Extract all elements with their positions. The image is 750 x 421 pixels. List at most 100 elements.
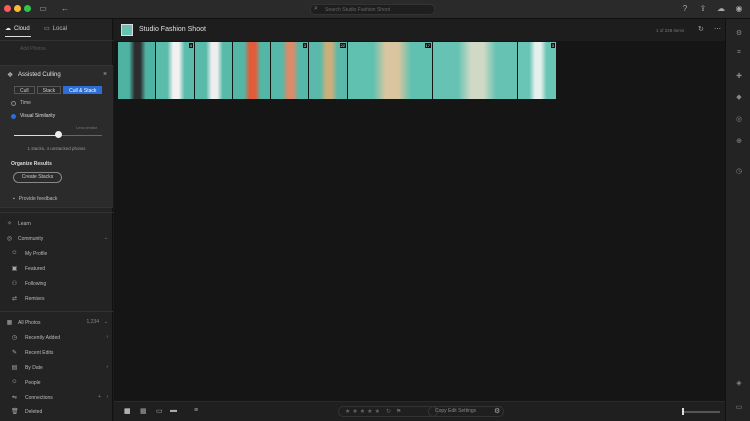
back-icon[interactable]: ←: [60, 4, 70, 14]
option-visual-similarity[interactable]: Visual Similarity: [11, 113, 55, 119]
more-options-icon[interactable]: ⋯: [714, 25, 721, 33]
right-toolbar: ⚙ ⌗ ✚ ◆ ◎ ⊕ ◷ ◈ ▭: [725, 19, 750, 421]
photo-thumbnail[interactable]: 17: [348, 42, 432, 99]
nav-my-profile[interactable]: ☺ My Profile: [0, 248, 113, 260]
detail-view-icon[interactable]: ▭: [156, 407, 163, 415]
nav-remixes[interactable]: ⇄ Remixes: [0, 293, 113, 305]
add-connection-icon[interactable]: +: [98, 394, 101, 400]
flag-icon[interactable]: ⚑: [396, 408, 401, 415]
sidebar-toggle-icon[interactable]: ▭: [38, 4, 48, 14]
copy-edit-settings-button[interactable]: Copy Edit Settings: [428, 406, 504, 417]
nav-deleted[interactable]: 🗑 Deleted: [0, 406, 113, 418]
photo-thumbnail[interactable]: [195, 42, 232, 99]
minimize-window-button[interactable]: [14, 5, 21, 12]
eraser-icon[interactable]: ◆: [734, 93, 744, 101]
item-count: 1 of 228 items: [656, 28, 685, 33]
connections-icon: ⇋: [11, 395, 18, 401]
healing-icon[interactable]: ✚: [734, 72, 744, 80]
rotate-icon[interactable]: ↻: [386, 408, 391, 415]
photo-image: [118, 42, 155, 99]
photo-thumbnail[interactable]: [118, 42, 155, 99]
visual-similarity-radio[interactable]: [11, 113, 16, 119]
photo-image: [233, 42, 270, 99]
active-tab-indicator: [5, 36, 31, 37]
nav-connections[interactable]: ⇋ Connections + ›: [0, 392, 113, 404]
nav-following-label: Following: [25, 281, 47, 287]
maximize-window-button[interactable]: [24, 5, 31, 12]
tab-local[interactable]: ▭ Local: [44, 25, 67, 33]
culling-mode-segmented-control: Cull Stack Cull & Stack: [14, 86, 103, 94]
provide-feedback-link[interactable]: ▪ Provide feedback: [13, 196, 57, 202]
nav-all-photos[interactable]: ▦ All Photos 1,234 ⌄: [0, 317, 113, 329]
nav-deleted-label: Deleted: [25, 409, 43, 415]
close-icon[interactable]: ×: [103, 71, 107, 78]
option-visual-label: Visual Similarity: [20, 113, 56, 119]
nav-learn-label: Learn: [18, 221, 31, 227]
comments-icon[interactable]: ▭: [734, 403, 744, 411]
photo-image: [348, 42, 432, 99]
photo-thumbnail[interactable]: 4: [156, 42, 194, 99]
add-photos-button[interactable]: Add Photos: [20, 46, 46, 52]
nav-community[interactable]: ◎ Community ⌄: [0, 233, 113, 245]
share-icon[interactable]: ⇪: [698, 4, 708, 14]
chevron-right-icon[interactable]: ›: [106, 394, 108, 400]
chevron-down-icon[interactable]: ⌄: [104, 319, 108, 325]
star-4[interactable]: ★: [367, 408, 372, 415]
nav-people[interactable]: ☺ People: [0, 377, 113, 389]
photo-thumbnail[interactable]: 3: [518, 42, 556, 99]
thumbnail-size-knob[interactable]: [682, 408, 684, 415]
edit-icon[interactable]: ⚙: [734, 29, 744, 37]
create-stacks-button[interactable]: Create Stacks: [13, 172, 62, 183]
single-view-icon[interactable]: ▬: [170, 407, 177, 414]
segment-cull-and-stack[interactable]: Cull & Stack: [63, 86, 103, 94]
cloud-sync-icon[interactable]: ☁: [716, 4, 726, 14]
help-icon[interactable]: ?: [680, 4, 690, 14]
star-2[interactable]: ★: [352, 408, 357, 415]
search-icon: ⌕: [314, 5, 318, 12]
nav-by-date[interactable]: ▤ By Date ›: [0, 362, 113, 374]
tab-cloud[interactable]: ☁ Cloud: [5, 25, 30, 33]
option-time[interactable]: Time: [11, 100, 31, 106]
time-radio[interactable]: [11, 100, 16, 106]
stack-count-badge: 4: [188, 43, 193, 48]
nav-featured-label: Featured: [25, 266, 46, 272]
close-window-button[interactable]: [4, 5, 11, 12]
info-icon[interactable]: ◷: [734, 167, 744, 175]
star-5[interactable]: ★: [375, 408, 380, 415]
crop-icon[interactable]: ⌗: [734, 49, 744, 57]
sort-icon[interactable]: ≡: [194, 407, 198, 414]
photo-thumbnail[interactable]: [233, 42, 270, 99]
nav-my-profile-label: My Profile: [25, 251, 48, 257]
nav-featured[interactable]: ▣ Featured: [0, 263, 113, 275]
recently-added-icon: ◷: [11, 335, 18, 341]
square-grid-icon[interactable]: ▦: [140, 407, 147, 415]
masking-icon[interactable]: ◎: [734, 115, 744, 123]
thumbnail-size-slider[interactable]: [684, 411, 720, 413]
chevron-right-icon[interactable]: ›: [106, 334, 108, 340]
album-thumbnail: [121, 24, 133, 36]
nav-recently-added[interactable]: ◷ Recently Added ›: [0, 332, 113, 344]
chevron-down-icon[interactable]: ⌄: [104, 235, 108, 241]
star-rating[interactable]: ★ ★ ★ ★ ★ ↻ ⚑: [338, 406, 438, 417]
photo-thumbnail[interactable]: [433, 42, 517, 99]
nav-following[interactable]: ⚇ Following: [0, 278, 113, 290]
grid-view-icon[interactable]: ▦: [124, 407, 131, 415]
chevron-right-icon[interactable]: ›: [106, 364, 108, 370]
settings-gear-icon[interactable]: ⚙: [494, 407, 500, 415]
account-icon[interactable]: ◉: [734, 4, 744, 14]
segment-cull[interactable]: Cull: [14, 86, 35, 94]
photo-thumbnail[interactable]: 22: [309, 42, 347, 99]
tag-icon[interactable]: ◈: [734, 379, 744, 387]
photo-thumbnail[interactable]: 3: [271, 42, 308, 99]
nav-recent-edits[interactable]: ✎ Recent Edits: [0, 347, 113, 359]
star-1[interactable]: ★: [345, 408, 350, 415]
refresh-icon[interactable]: ↻: [698, 25, 704, 33]
community-icon: ◎: [6, 236, 13, 242]
segment-stack[interactable]: Stack: [36, 86, 62, 94]
search-input[interactable]: ⌕ Search Studio Fashion Shoot: [310, 4, 435, 15]
slider-knob[interactable]: [55, 131, 62, 138]
organize-results-title: Organize Results: [11, 161, 52, 167]
star-3[interactable]: ★: [360, 408, 365, 415]
presets-icon[interactable]: ⊕: [734, 137, 744, 145]
nav-learn[interactable]: ✧ Learn: [0, 218, 113, 230]
